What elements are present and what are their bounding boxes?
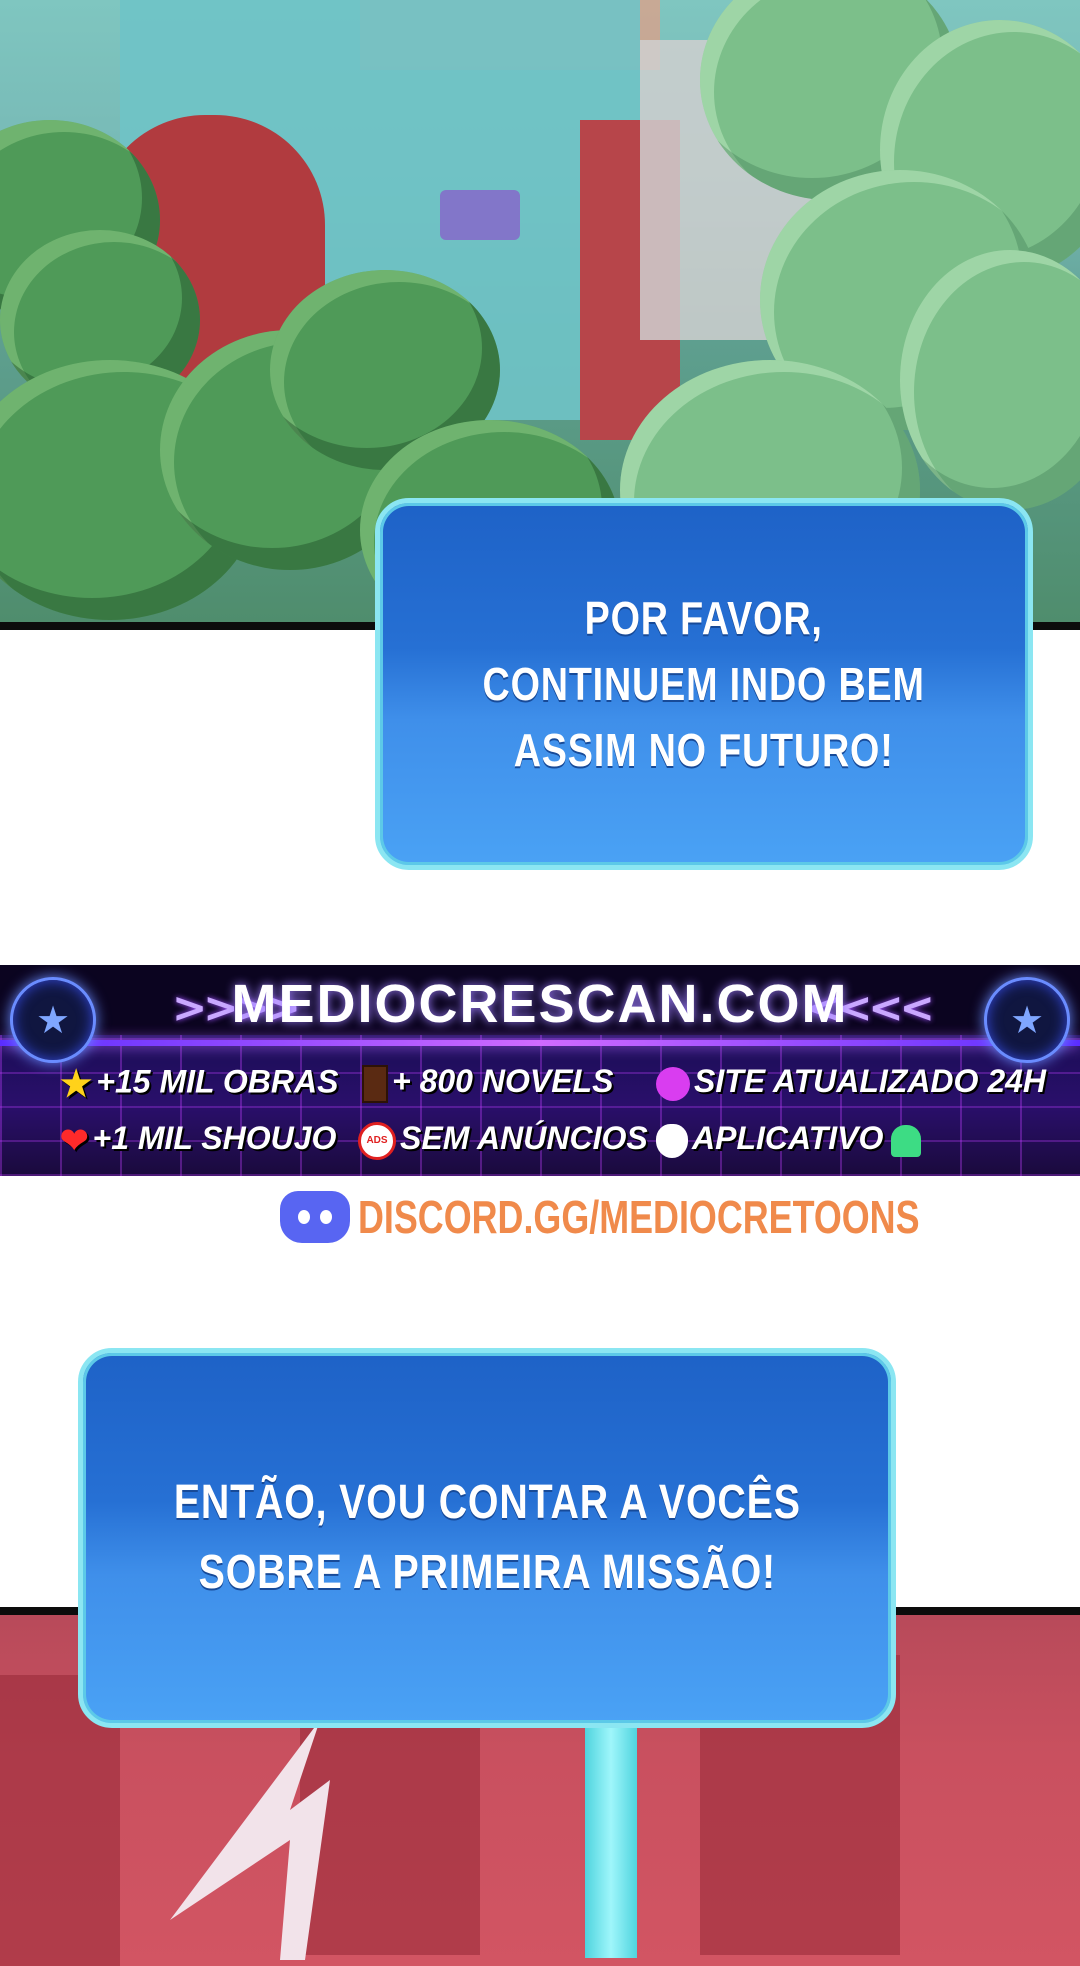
star-icon: ★: [60, 1063, 93, 1104]
white-shard-shape: [170, 1720, 330, 1960]
feature-label: + 800 NOVELS: [392, 1063, 614, 1099]
feature-label: +1 MIL SHOUJO: [92, 1120, 337, 1156]
light-beam: [585, 1715, 637, 1958]
feature-item: ❤ +1 MIL SHOUJO: [60, 1120, 336, 1161]
background-window: [440, 190, 520, 240]
feature-item: ADS SEM ANÚNCIOS: [358, 1120, 648, 1160]
feature-label: SITE ATUALIZADO 24H: [694, 1063, 1047, 1099]
book-icon: [362, 1064, 388, 1103]
site-title[interactable]: MEDIOCRESCAN.COM: [0, 973, 1080, 1035]
dialog-text-bottom: ENTÃO, VOU CONTAR A VOCÊS SOBRE A PRIMEI…: [173, 1476, 801, 1599]
feature-item: ★ +15 MIL OBRAS: [60, 1063, 338, 1105]
feature-label: +15 MIL OBRAS: [96, 1063, 339, 1100]
feature-label: SEM ANÚNCIOS: [400, 1120, 648, 1156]
discord-link[interactable]: DISCORD.GG/MEDIOCRETOONS: [280, 1187, 1078, 1247]
android-icon: [891, 1124, 922, 1157]
no-ads-icon: ADS: [358, 1121, 396, 1160]
dialog-bubble-bottom: ENTÃO, VOU CONTAR A VOCÊS SOBRE A PRIMEI…: [78, 1348, 896, 1728]
feature-label: APLICATIVO: [692, 1120, 884, 1156]
apple-icon: [656, 1123, 688, 1158]
banner-glow-line: [0, 1040, 1080, 1046]
heart-icon: ❤: [60, 1121, 89, 1160]
clock-icon: [656, 1066, 690, 1101]
discord-text[interactable]: DISCORD.GG/MEDIOCRETOONS: [358, 1190, 920, 1244]
discord-icon: [280, 1191, 350, 1243]
dialog-bubble-top: POR FAVOR, CONTINUEM INDO BEM ASSIM NO F…: [375, 498, 1033, 870]
feature-item: APLICATIVO: [656, 1120, 925, 1158]
dialog-text-top: POR FAVOR, CONTINUEM INDO BEM ASSIM NO F…: [482, 592, 926, 776]
feature-item: SITE ATUALIZADO 24H: [656, 1063, 1046, 1101]
feature-item: + 800 NOVELS: [362, 1063, 613, 1103]
promo-banner[interactable]: ★ ★ >>>> <<<< MEDIOCRESCAN.COM ★ +15 MIL …: [0, 965, 1080, 1176]
